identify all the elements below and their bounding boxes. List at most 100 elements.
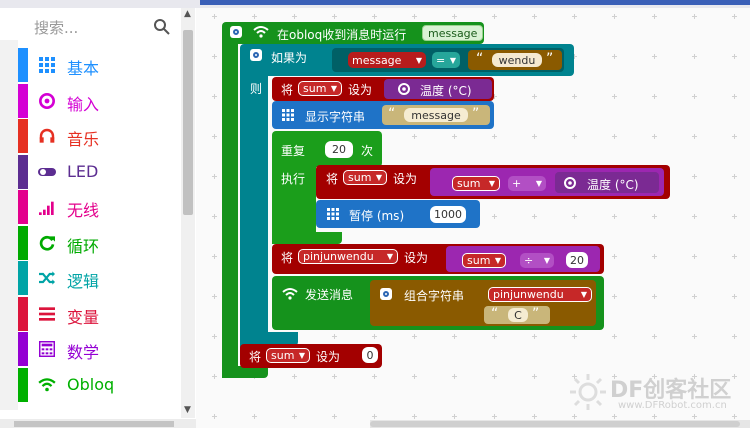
grid-mark (212, 414, 217, 419)
set-var-dropdown[interactable]: sum ▼ (298, 81, 342, 96)
grid-mark (692, 54, 697, 59)
reset-value[interactable]: 0 (362, 347, 378, 363)
scroll-down-arrow-icon[interactable]: ▼ (184, 405, 191, 415)
set-to-label: 设为 (316, 350, 341, 364)
grid-mark (652, 414, 657, 419)
category-color-bar (18, 261, 28, 295)
grid-mark (572, 134, 577, 139)
string-value[interactable]: C (508, 308, 528, 322)
grid-mark (332, 414, 337, 419)
category-obloq[interactable]: Obloq (18, 367, 180, 402)
list-icon (38, 305, 56, 323)
search-icon[interactable] (153, 18, 171, 36)
category-color-bar (18, 225, 28, 260)
wifi-icon (38, 376, 56, 394)
grid-mark (212, 14, 217, 19)
set-var-dropdown[interactable]: pinjunwendu ▼ (298, 249, 398, 264)
grid-mark (612, 334, 617, 339)
grid-mark (332, 374, 337, 379)
category-无线[interactable]: 无线 (18, 190, 180, 224)
grid-mark (612, 94, 617, 99)
if-label: 如果为 (271, 51, 308, 65)
grid-mark (292, 14, 297, 19)
grid-mark (452, 134, 457, 139)
close-quote-icon: ” (532, 306, 540, 322)
string-value[interactable]: message (404, 108, 468, 122)
category-循环[interactable]: 循环 (18, 225, 180, 260)
gear-icon[interactable] (250, 49, 262, 61)
top-bar (0, 0, 750, 8)
grid-mark (212, 54, 217, 59)
grid-mark (612, 54, 617, 59)
refresh-icon (38, 234, 56, 252)
workspace-hscrollbar[interactable] (370, 420, 750, 428)
divisor-value[interactable]: 20 (566, 252, 588, 268)
dfrobot-logo-icon (570, 374, 606, 410)
grid-mark (212, 334, 217, 339)
grid-mark (612, 414, 617, 419)
headphones-icon (38, 127, 56, 145)
grid-mark (532, 334, 537, 339)
category-color-bar (18, 154, 28, 189)
operand-var-dropdown[interactable]: sum ▼ (462, 253, 506, 268)
operand-var-dropdown[interactable]: sum ▼ (452, 176, 500, 191)
operator-dropdown[interactable]: + ▼ (508, 176, 546, 191)
gear-icon[interactable] (230, 26, 242, 38)
category-数学[interactable]: 数学 (18, 332, 180, 366)
toolbox-scroll-thumb[interactable] (183, 30, 193, 215)
grid-mark (732, 174, 737, 179)
gear-icon[interactable] (380, 288, 392, 300)
repeat-bottom (272, 232, 342, 244)
do-label: 执行 (281, 172, 306, 186)
search-input[interactable]: 搜索... (22, 14, 177, 40)
set-label: 将 (281, 251, 294, 265)
repeat-count[interactable]: 20 (325, 141, 353, 158)
category-音乐[interactable]: 音乐 (18, 119, 180, 153)
set-var-dropdown[interactable]: sum ▼ (266, 348, 310, 363)
category-基本[interactable]: 基本 (18, 48, 180, 82)
compare-var-dropdown[interactable]: message ▼ (348, 52, 426, 68)
join-var-dropdown[interactable]: pinjunwendu ▼ (488, 287, 592, 302)
grid-mark (732, 94, 737, 99)
temperature-label: 温度 (°C) (420, 84, 472, 98)
toolbox-left-gutter (0, 40, 18, 410)
grid-mark (292, 374, 297, 379)
grid-mark (612, 214, 617, 219)
grid-mark (532, 94, 537, 99)
grid-icon (327, 208, 339, 220)
grid-mark (652, 214, 657, 219)
grid-mark (532, 214, 537, 219)
set-var-dropdown[interactable]: sum ▼ (343, 170, 387, 185)
grid-mark (732, 14, 737, 19)
grid-mark (212, 214, 217, 219)
compare-op-dropdown[interactable]: = ▼ (432, 52, 460, 68)
operator-dropdown[interactable]: ÷ ▼ (520, 253, 554, 268)
string-value[interactable]: wendu (492, 53, 542, 67)
join-string-label: 组合字符串 (404, 289, 465, 303)
pause-ms-value[interactable]: 1000 (430, 206, 466, 223)
grid-mark (732, 414, 737, 419)
grid-mark (492, 414, 497, 419)
close-quote-icon: ” (472, 106, 480, 122)
grid-mark (532, 414, 537, 419)
open-quote-icon: “ (491, 306, 499, 322)
grid-mark (652, 14, 657, 19)
grid-mark (732, 214, 737, 219)
category-逻辑[interactable]: 逻辑 (18, 261, 180, 295)
grid-mark (372, 334, 377, 339)
category-led[interactable]: LED (18, 154, 180, 189)
grid-icon (282, 109, 294, 121)
category-变量[interactable]: 变量 (18, 296, 180, 331)
workspace-hscroll-thumb[interactable] (370, 421, 740, 427)
toolbox-hscroll-thumb[interactable] (14, 421, 174, 427)
event-param-message[interactable]: message (422, 25, 484, 41)
grid-mark (532, 14, 537, 19)
reset-sum-block[interactable] (240, 344, 382, 368)
set-label: 将 (326, 172, 339, 186)
scroll-up-arrow-icon[interactable]: ▲ (184, 9, 191, 19)
grid-mark (732, 134, 737, 139)
target-icon (564, 177, 576, 189)
category-输入[interactable]: 输入 (18, 83, 180, 118)
category-label: 基本 (67, 59, 100, 78)
category-color-bar (18, 367, 28, 402)
